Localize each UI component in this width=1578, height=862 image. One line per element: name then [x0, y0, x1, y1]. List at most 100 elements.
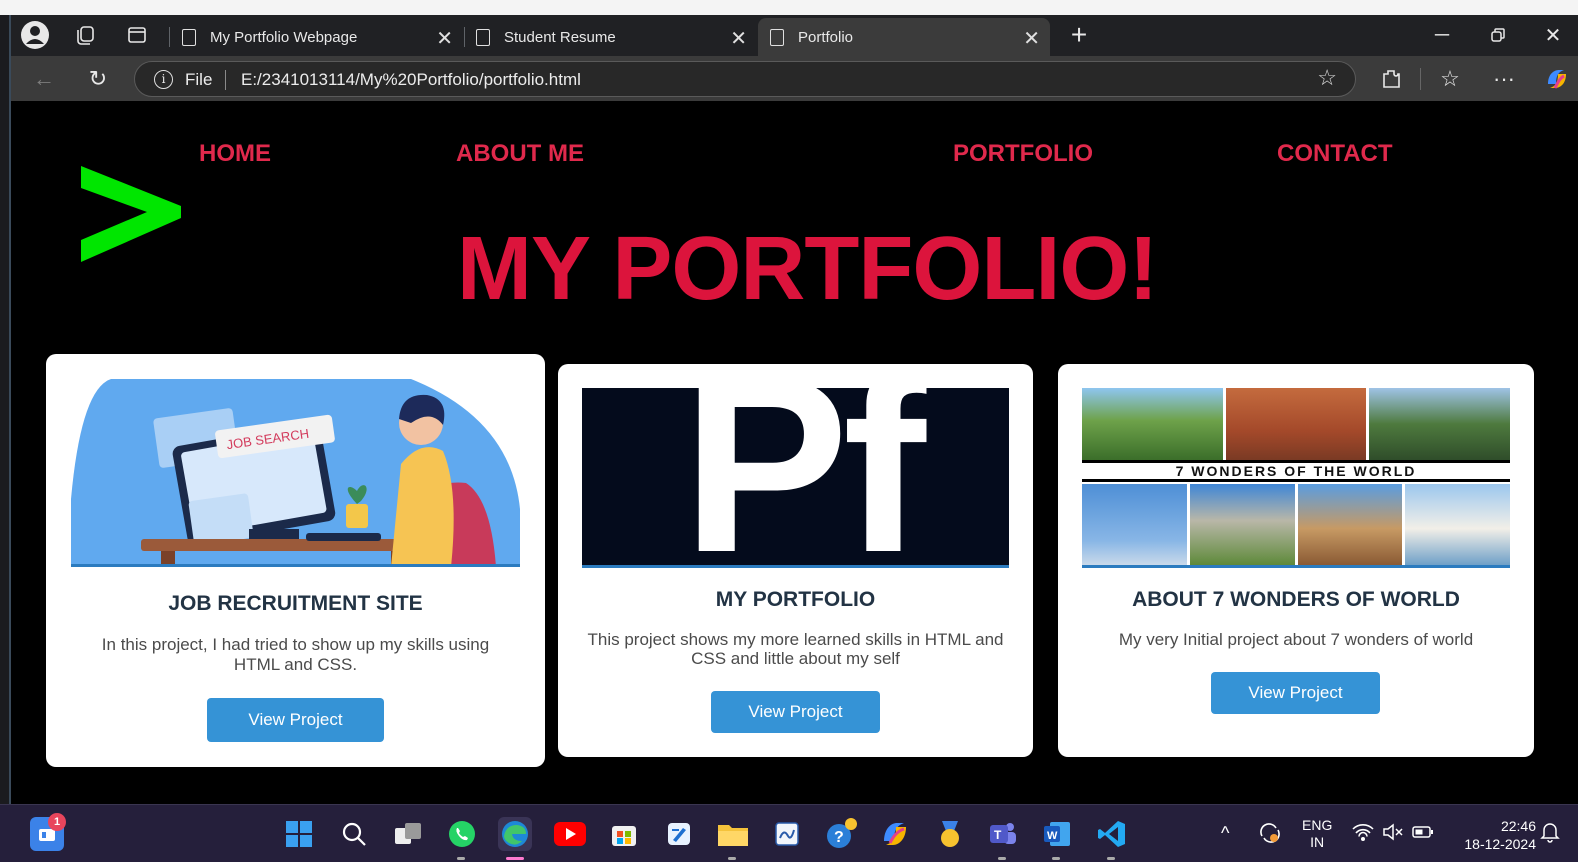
view-project-button[interactable]: View Project — [207, 698, 384, 742]
document-icon — [182, 28, 196, 46]
project-image-7-wonders: 7 WONDERS OF THE WORLD — [1082, 388, 1510, 568]
restore-icon[interactable] — [1478, 21, 1518, 49]
volume-muted-icon[interactable] — [1382, 823, 1404, 844]
favorite-star-icon[interactable]: ☆ — [1317, 65, 1337, 91]
clock-date: 18-12-2024 — [1464, 836, 1536, 852]
project-description: This project shows my more learned skill… — [587, 630, 1004, 668]
tab-actions-icon[interactable] — [121, 19, 153, 51]
edge-icon[interactable] — [498, 817, 532, 860]
notepad-icon[interactable] — [662, 817, 696, 851]
browser-window: My Portfolio Webpage ✕ Student Resume ✕ … — [9, 15, 1578, 804]
close-window-icon[interactable]: ✕ — [1533, 21, 1573, 49]
wifi-icon[interactable] — [1352, 823, 1374, 844]
search-icon[interactable] — [337, 817, 371, 851]
vscode-icon[interactable] — [1095, 817, 1129, 860]
refresh-icon[interactable]: ↻ — [82, 63, 114, 95]
navigation-bar: ← ↻ i File E:/2341013114/My%20Portfolio/… — [11, 56, 1578, 101]
show-hidden-icons-chevron-icon[interactable]: ^ — [1221, 823, 1229, 844]
url-text[interactable]: E:/2341013114/My%20Portfolio/portfolio.h… — [241, 70, 581, 90]
rewards-icon[interactable] — [933, 817, 967, 851]
hero-title: MY PORTFOLIO! — [457, 219, 1158, 319]
back-icon[interactable]: ← — [28, 63, 60, 95]
language-indicator[interactable]: ENG IN — [1302, 817, 1332, 851]
profile-icon[interactable] — [19, 19, 51, 51]
more-menu-icon[interactable]: ··· — [1488, 63, 1520, 95]
notification-badge: 1 — [48, 813, 66, 831]
screen: My Portfolio Webpage ✕ Student Resume ✕ … — [0, 0, 1578, 862]
project-description: In this project, I had tried to show up … — [101, 635, 490, 674]
running-indicator — [728, 857, 736, 860]
pf-logo-text: Pf — [682, 388, 926, 568]
nav-contact[interactable]: CONTACT — [1277, 140, 1393, 168]
tab-bar: My Portfolio Webpage ✕ Student Resume ✕ … — [11, 15, 1578, 56]
address-bar[interactable]: i File E:/2341013114/My%20Portfolio/port… — [134, 61, 1356, 97]
extensions-icon[interactable] — [1375, 63, 1407, 95]
project-title: MY PORTFOLIO — [715, 588, 876, 611]
tab-my-portfolio-webpage[interactable]: My Portfolio Webpage ✕ — [170, 18, 463, 56]
colosseum-image — [1297, 484, 1403, 565]
tab-close-icon[interactable]: ✕ — [730, 26, 747, 51]
get-help-icon[interactable]: ? — [824, 817, 858, 851]
minimize-icon[interactable]: ─ — [1422, 21, 1462, 49]
store-icon[interactable] — [607, 817, 641, 851]
scheme-label: File — [185, 70, 213, 89]
project-card-my-portfolio: Pf MY PORTFOLIO This project shows my mo… — [558, 364, 1033, 757]
sync-icon[interactable] — [1258, 822, 1282, 847]
favorites-icon[interactable]: ☆ — [1434, 63, 1466, 95]
whiteboard-icon[interactable] — [770, 817, 804, 851]
petra-image — [1225, 388, 1367, 460]
project-title: JOB RECRUITMENT SITE — [168, 592, 423, 615]
copilot-icon[interactable] — [1541, 63, 1573, 95]
project-card-job-recruitment: JOB SEARCH JOB RECRUITMENT SITE In this … — [46, 354, 545, 767]
view-project-button[interactable]: View Project — [711, 691, 880, 733]
info-icon[interactable]: i — [154, 70, 173, 89]
notification-center-icon[interactable] — [1540, 820, 1560, 847]
project-image-job-search: JOB SEARCH — [71, 379, 520, 567]
project-card-7-wonders: 7 WONDERS OF THE WORLD ABOUT 7 WONDERS O… — [1058, 364, 1534, 757]
widgets-icon[interactable]: 1 — [30, 813, 66, 851]
taj-mahal-image — [1405, 484, 1510, 565]
desktop-strip — [0, 0, 1578, 15]
document-icon — [770, 28, 784, 46]
clock[interactable]: 22:46 18-12-2024 — [1446, 817, 1536, 853]
tab-close-icon[interactable]: ✕ — [436, 26, 453, 51]
region-code: IN — [1310, 834, 1325, 850]
toolbar-separator — [1420, 68, 1421, 90]
svg-text:T: T — [994, 828, 1002, 842]
task-view-icon[interactable] — [391, 817, 425, 851]
workspaces-icon[interactable] — [69, 19, 101, 51]
svg-text:?: ? — [834, 829, 844, 846]
wonders-top-row — [1082, 388, 1510, 460]
new-tab-icon[interactable]: + — [1063, 19, 1095, 51]
christ-redeemer-image — [1082, 484, 1187, 565]
teams-icon[interactable]: T — [986, 817, 1020, 860]
project-image-pf-logo: Pf — [582, 388, 1009, 568]
whatsapp-icon[interactable] — [445, 817, 479, 860]
chichen-itza-image — [1189, 484, 1295, 565]
nav-about-me[interactable]: ABOUT ME — [456, 140, 584, 168]
start-icon[interactable] — [282, 817, 316, 851]
battery-icon[interactable] — [1412, 825, 1434, 842]
address-separator — [225, 70, 226, 90]
machu-picchu-image — [1369, 388, 1510, 460]
copilot-taskbar-icon[interactable] — [878, 817, 912, 851]
file-explorer-icon[interactable] — [716, 817, 750, 860]
nav-home[interactable]: HOME — [199, 140, 271, 168]
language-code: ENG — [1302, 817, 1333, 833]
taskbar: 1 ? T W ^ ENG IN 22:46 18-12-2024 — [0, 804, 1578, 862]
document-icon — [476, 28, 490, 46]
tab-close-icon[interactable]: ✕ — [1023, 26, 1040, 51]
tab-portfolio[interactable]: Portfolio ✕ — [758, 18, 1050, 56]
nav-portfolio[interactable]: PORTFOLIO — [953, 140, 1093, 168]
running-indicator — [1107, 857, 1115, 860]
great-wall-image — [1082, 388, 1223, 460]
word-icon[interactable]: W — [1040, 817, 1074, 860]
view-project-button[interactable]: View Project — [1211, 672, 1380, 714]
youtube-icon[interactable] — [553, 817, 587, 851]
tab-student-resume[interactable]: Student Resume ✕ — [464, 18, 757, 56]
tab-title: Student Resume — [504, 28, 616, 46]
running-indicator — [1052, 857, 1060, 860]
project-title: ABOUT 7 WONDERS OF WORLD — [1132, 588, 1460, 611]
running-indicator — [998, 857, 1006, 860]
active-indicator — [506, 857, 524, 860]
